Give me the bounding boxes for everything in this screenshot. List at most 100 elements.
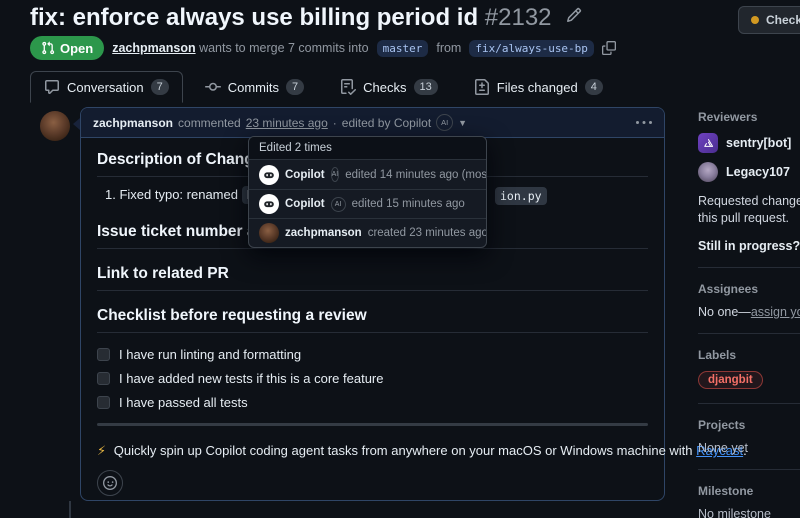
comment-action: commented bbox=[178, 116, 241, 130]
assignees-empty-row: No one—assign yourself bbox=[698, 305, 800, 319]
sidebar-divider bbox=[698, 267, 800, 268]
sidebar-divider bbox=[698, 333, 800, 334]
tab-commits[interactable]: Commits 7 bbox=[191, 71, 318, 103]
sidebar-divider bbox=[698, 469, 800, 470]
ai-badge: AI bbox=[331, 197, 346, 212]
labels-header: Labels bbox=[698, 348, 800, 362]
list-item-text: 1. Fixed typo: renamed bbox=[105, 187, 238, 202]
convert-to-draft-row: Still in progress? Convert to draft bbox=[698, 239, 800, 253]
tab-label: Conversation bbox=[67, 80, 144, 95]
task-item: I have run linting and formatting bbox=[97, 347, 648, 362]
milestone-header: Milestone bbox=[698, 484, 800, 498]
pr-number: #2132 bbox=[485, 4, 552, 31]
github-pr-page: fix: enforce always use billing period i… bbox=[0, 0, 800, 518]
pr-title-text: fix: enforce always use billing period i… bbox=[30, 4, 478, 31]
promo-text: Quickly spin up Copilot coding agent tas… bbox=[114, 443, 693, 458]
git-pull-request-icon bbox=[41, 41, 55, 55]
edit-history-item[interactable]: zachpmanson created 23 minutes ago bbox=[249, 218, 486, 247]
projects-header: Projects bbox=[698, 418, 800, 432]
tab-label: Commits bbox=[228, 80, 279, 95]
edit-history-dropdown: Edited 2 times Copilot AI edited 14 minu… bbox=[248, 136, 487, 248]
task-label: I have run linting and formatting bbox=[119, 347, 301, 362]
heading-related-pr: Link to related PR bbox=[97, 265, 648, 291]
add-reaction-button[interactable] bbox=[97, 470, 123, 496]
copilot-avatar bbox=[259, 165, 279, 185]
pr-tabs: Conversation 7 Commits 7 Checks 13 Files… bbox=[30, 71, 617, 103]
comment-author[interactable]: zachpmanson bbox=[93, 116, 173, 130]
tab-checks[interactable]: Checks 13 bbox=[326, 71, 452, 103]
comment-caret bbox=[73, 118, 80, 130]
still-in-progress-text: Still in progress? bbox=[698, 239, 800, 253]
sentry-avatar bbox=[698, 133, 718, 153]
avatar-zachpmanson bbox=[259, 223, 279, 243]
base-branch-label[interactable]: master bbox=[377, 40, 429, 57]
pending-status-icon bbox=[751, 16, 759, 24]
smiley-icon bbox=[103, 476, 117, 490]
open-state-label: Open bbox=[60, 41, 93, 56]
checks-status-label: Check bbox=[766, 13, 800, 27]
reviewer-sentry-bot[interactable]: sentry[bot] bbox=[698, 133, 800, 153]
checkbox-unchecked[interactable] bbox=[97, 372, 110, 385]
tab-counter: 7 bbox=[151, 79, 169, 95]
author-link[interactable]: zachpmanson bbox=[112, 41, 195, 55]
edit-text: edited 15 minutes ago bbox=[352, 198, 465, 210]
tab-label: Files changed bbox=[497, 80, 578, 95]
label-djangbit[interactable]: djangbit bbox=[698, 371, 763, 389]
reviewer-name: sentry[bot] bbox=[726, 136, 791, 150]
open-state-badge: Open bbox=[30, 36, 104, 60]
sidebar-divider bbox=[698, 403, 800, 404]
copilot-avatar bbox=[259, 194, 279, 214]
ai-badge: AI bbox=[436, 114, 453, 131]
task-item: I have added new tests if this is a core… bbox=[97, 371, 648, 386]
tab-label: Checks bbox=[363, 80, 406, 95]
task-label: I have passed all tests bbox=[119, 395, 248, 410]
pencil-icon[interactable] bbox=[566, 2, 582, 18]
legacy107-avatar bbox=[698, 162, 718, 182]
task-checklist: I have run linting and formatting I have… bbox=[97, 347, 648, 410]
review-requirement-note: Requested changes must be addressed to m… bbox=[698, 193, 800, 227]
checkbox-unchecked[interactable] bbox=[97, 348, 110, 361]
checkbox-unchecked[interactable] bbox=[97, 396, 110, 409]
from-text: from bbox=[436, 41, 461, 55]
checks-status-button[interactable]: Check bbox=[738, 6, 800, 34]
edit-text: edited 14 minutes ago (most recent) bbox=[345, 169, 487, 181]
edit-history-title: Edited 2 times bbox=[249, 137, 486, 160]
edit-actor: Copilot bbox=[285, 169, 325, 181]
tab-files-changed[interactable]: Files changed 4 bbox=[460, 71, 617, 103]
assignees-header: Assignees bbox=[698, 282, 800, 296]
comment-timestamp[interactable]: 23 minutes ago bbox=[246, 116, 328, 130]
separator-dot: · bbox=[333, 116, 337, 130]
tab-counter: 13 bbox=[414, 79, 438, 95]
ai-badge: AI bbox=[331, 167, 340, 182]
copy-branch-icon[interactable] bbox=[602, 41, 616, 55]
file-diff-icon bbox=[474, 79, 490, 95]
pr-meta-row: Open zachpmanson wants to merge 7 commit… bbox=[30, 36, 616, 60]
tab-conversation[interactable]: Conversation 7 bbox=[30, 71, 183, 103]
tab-counter: 7 bbox=[286, 79, 304, 95]
edit-history-caret-icon[interactable]: ▼ bbox=[458, 118, 467, 128]
milestone-empty: No milestone bbox=[698, 507, 800, 518]
tab-counter: 4 bbox=[585, 79, 603, 95]
task-label: I have added new tests if this is a core… bbox=[119, 371, 383, 386]
timeline-line bbox=[69, 501, 71, 518]
reviewer-name: Legacy107 bbox=[726, 165, 790, 179]
edit-history-item[interactable]: Copilot AI edited 14 minutes ago (most r… bbox=[249, 160, 486, 189]
reviewer-legacy107[interactable]: Legacy107 bbox=[698, 162, 800, 182]
pr-sidebar: Reviewers sentry[bot] Legacy107 Requeste… bbox=[698, 110, 800, 518]
heading-checklist: Checklist before requesting a review bbox=[97, 307, 648, 333]
reviewers-header: Reviewers bbox=[698, 110, 800, 124]
head-branch-label[interactable]: fix/always-use-bp bbox=[469, 40, 594, 57]
merge-text: wants to merge 7 commits into bbox=[199, 41, 369, 55]
edited-by-text: edited by Copilot bbox=[342, 116, 431, 130]
zap-icon: ⚡ bbox=[97, 443, 106, 458]
kebab-menu-icon[interactable] bbox=[636, 115, 652, 131]
projects-empty: None yet bbox=[698, 441, 800, 455]
code-span-end: ion.py bbox=[495, 187, 547, 205]
pr-title: fix: enforce always use billing period i… bbox=[30, 2, 790, 32]
avatar-zachpmanson[interactable] bbox=[40, 111, 70, 141]
edit-actor: Copilot bbox=[285, 198, 325, 210]
edit-actor: zachpmanson bbox=[285, 227, 362, 239]
edit-history-item[interactable]: Copilot AI edited 15 minutes ago bbox=[249, 189, 486, 218]
assign-yourself-link[interactable]: assign yourself bbox=[751, 305, 800, 319]
raycast-promo: ⚡ Quickly spin up Copilot coding agent t… bbox=[97, 443, 648, 459]
